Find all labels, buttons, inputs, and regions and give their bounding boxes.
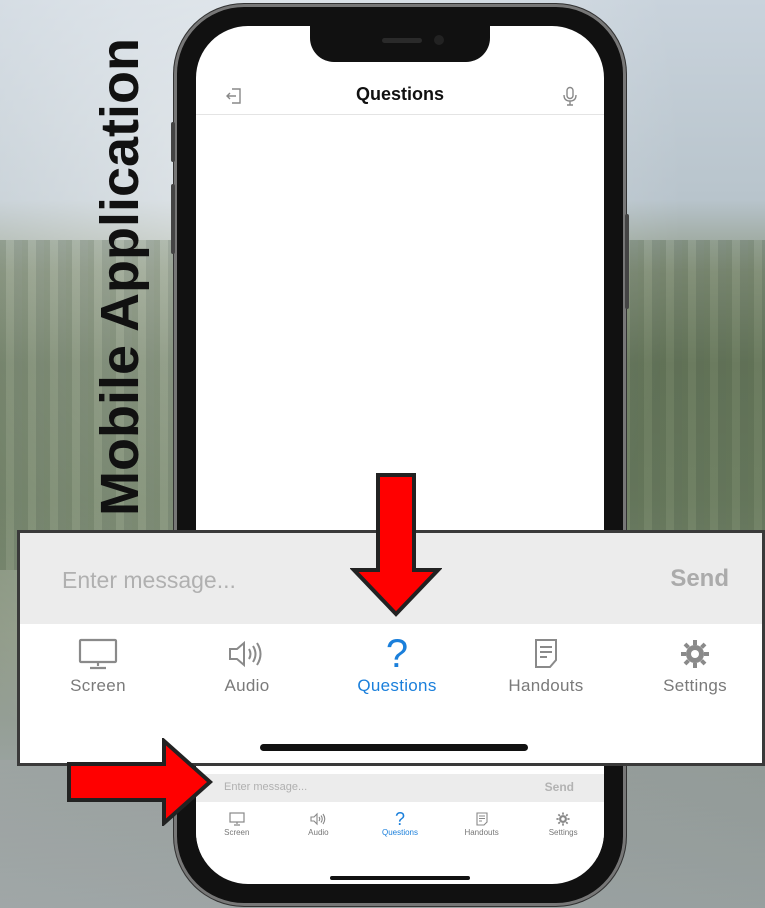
phone-power-button	[625, 214, 629, 309]
message-input-placeholder[interactable]: Enter message...	[62, 567, 236, 594]
tab-label: Audio	[308, 828, 329, 837]
tab-label: Settings	[663, 676, 727, 695]
notch-camera	[434, 35, 444, 45]
tab-label: Handouts	[464, 828, 499, 837]
tab-audio[interactable]: Audio	[187, 638, 307, 696]
tab-label: Screen	[224, 828, 250, 837]
tab-screen[interactable]: Screen	[38, 638, 158, 696]
tab-settings[interactable]: Settings	[528, 802, 598, 858]
tab-label: Questions	[357, 676, 437, 695]
phone-frame: Questions Enter message... Send Screen A…	[171, 4, 629, 906]
document-icon	[535, 639, 557, 668]
question-mark-icon: ?	[385, 632, 409, 676]
side-title: Mobile Application	[55, 12, 185, 542]
tab-label: Handouts	[508, 676, 584, 695]
monitor-icon	[78, 638, 118, 670]
tab-questions[interactable]: ? Questions	[365, 802, 435, 858]
tab-label: Audio	[224, 676, 270, 695]
right-arrow-annotation	[66, 738, 214, 826]
app-header: Questions	[196, 76, 604, 115]
tab-handouts[interactable]: Handouts	[486, 638, 606, 696]
tab-label: Settings	[548, 828, 578, 837]
document-icon	[476, 812, 488, 826]
tab-settings[interactable]: Settings	[635, 638, 755, 696]
tab-label: Questions	[381, 828, 418, 837]
monitor-icon	[229, 812, 245, 826]
phone-notch	[310, 26, 490, 62]
message-input-placeholder[interactable]: Enter message...	[224, 781, 307, 793]
notch-speaker	[382, 38, 422, 43]
send-button[interactable]: Send	[545, 780, 574, 794]
home-indicator[interactable]	[260, 744, 528, 751]
speaker-icon	[310, 812, 326, 826]
tab-bar-small: Screen Audio ? Questions Handouts Settin…	[196, 802, 604, 858]
send-button[interactable]: Send	[670, 565, 729, 593]
tab-handouts[interactable]: Handouts	[447, 802, 517, 858]
microphone-icon[interactable]	[560, 86, 580, 106]
tab-questions[interactable]: ? Questions	[337, 632, 457, 696]
gear-icon	[556, 812, 570, 826]
home-indicator[interactable]	[330, 876, 470, 880]
page-title: Questions	[355, 84, 444, 104]
tab-label: Screen	[70, 676, 126, 695]
tab-bar-large: Screen Audio ? Questions Handouts Settin…	[20, 624, 762, 724]
down-arrow-annotation	[350, 472, 442, 618]
speaker-icon	[229, 640, 262, 668]
question-mark-icon: ?	[394, 809, 405, 829]
side-title-text: Mobile Application	[90, 38, 151, 516]
gear-icon	[681, 640, 709, 668]
tab-audio[interactable]: Audio	[283, 802, 353, 858]
message-composer-small[interactable]: Enter message... Send	[196, 774, 604, 802]
